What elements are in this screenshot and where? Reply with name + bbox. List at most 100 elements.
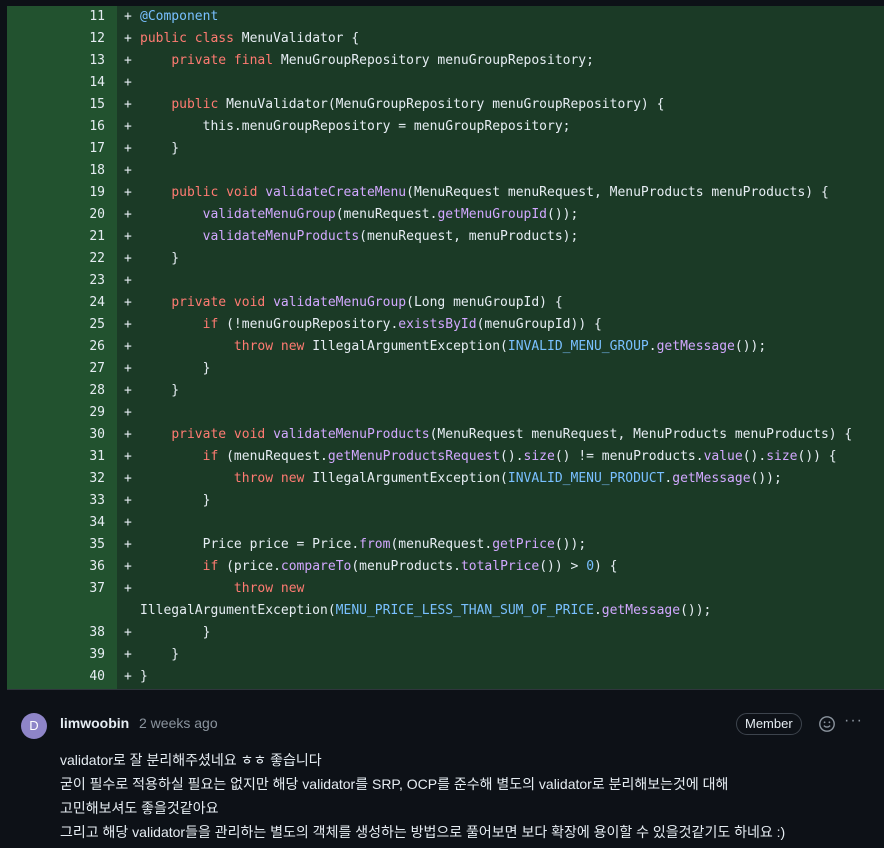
diff-line: 17 + } [7, 138, 884, 160]
code-token: () != menuProducts. [554, 449, 704, 464]
diff-sign: + [124, 9, 132, 24]
diff-sign: + [124, 515, 132, 530]
line-number[interactable]: 17 [7, 138, 105, 160]
code-text: } [140, 644, 179, 666]
line-number[interactable]: 31 [7, 446, 105, 468]
line-number[interactable]: 16 [7, 116, 105, 138]
code-token: getMessage [601, 603, 681, 618]
code-text: this.menuGroupRepository = menuGroupRepo… [140, 116, 571, 138]
code-token: getMenuGroupId [437, 207, 548, 222]
line-number[interactable]: 14 [7, 72, 105, 94]
line-number[interactable]: 33 [7, 490, 105, 512]
code-text: throw new IllegalArgumentException(INVAL… [140, 336, 766, 358]
code-token: getMenuProductsRequest [327, 449, 501, 464]
line-number[interactable]: 11 [7, 6, 105, 28]
comment-timestamp[interactable]: 2 weeks ago [139, 715, 218, 731]
diff-line: 12 + public class MenuValidator { [7, 28, 884, 50]
code-token: @Component [140, 9, 219, 24]
code-token: (Long menuGroupId) { [406, 295, 563, 310]
code-text: } [140, 138, 179, 160]
diff-sign: + [124, 449, 132, 464]
code-token: validateMenuProducts [273, 427, 430, 442]
kebab-menu-icon[interactable]: ··· [844, 713, 864, 733]
diff-sign: + [124, 647, 132, 662]
line-number[interactable]: 27 [7, 358, 105, 380]
code-text: } [140, 380, 179, 402]
code-token: validateCreateMenu [265, 185, 407, 200]
code-token: (). [500, 449, 524, 464]
line-number[interactable]: 26 [7, 336, 105, 358]
code-token: ()); [680, 603, 712, 618]
review-comment: D limwoobin 2 weeks ago Member ··· valid… [7, 690, 884, 848]
line-number[interactable]: 25 [7, 314, 105, 336]
line-number[interactable]: 32 [7, 468, 105, 490]
code-token: (menuProducts. [351, 559, 461, 574]
code-token: } [140, 669, 148, 684]
diff-line: 26 + throw new IllegalArgumentException(I… [7, 336, 884, 358]
diff-sign: + [124, 405, 132, 420]
code-token: IllegalArgumentException( [304, 339, 508, 354]
code-token: size [523, 449, 555, 464]
line-number[interactable]: 24 [7, 292, 105, 314]
code-token: MenuValidator { [233, 31, 360, 46]
diff-line: 35 + Price price = Price.from(menuRequest… [7, 534, 884, 556]
line-number[interactable]: 30 [7, 424, 105, 446]
line-number[interactable]: 23 [7, 270, 105, 292]
code-text: } [140, 358, 211, 380]
diff-line: 20 + validateMenuGroup(menuRequest.getMen… [7, 204, 884, 226]
line-number[interactable]: 29 [7, 402, 105, 424]
line-number[interactable]: 19 [7, 182, 105, 204]
diff-lines: 11 + @Component 12 + public class MenuValidat… [7, 6, 884, 689]
code-token: if [202, 559, 219, 574]
code-token: (menuGroupId)) { [476, 317, 602, 332]
code-token: Price price = Price. [140, 537, 360, 552]
line-number[interactable]: 28 [7, 380, 105, 402]
code-token: public void [171, 185, 258, 200]
code-text: Price price = Price.from(menuRequest.get… [140, 534, 587, 556]
comment-author[interactable]: limwoobin [60, 715, 129, 731]
line-number[interactable]: 18 [7, 160, 105, 182]
line-number[interactable]: 36 [7, 556, 105, 578]
code-text: if (menuRequest.getMenuProductsRequest()… [140, 446, 837, 468]
smiley-icon[interactable] [818, 715, 836, 733]
line-number[interactable]: 40 [7, 666, 105, 688]
diff-line: 18 + [7, 160, 884, 182]
diff-line: 19 + public void validateCreateMenu(MenuR… [7, 182, 884, 204]
code-token: } [140, 493, 211, 508]
line-number[interactable]: 12 [7, 28, 105, 50]
line-number[interactable]: 34 [7, 512, 105, 534]
line-number[interactable]: 39 [7, 644, 105, 666]
code-token: IllegalArgumentException( [304, 471, 508, 486]
diff-sign: + [124, 163, 132, 178]
line-number[interactable]: 15 [7, 94, 105, 116]
line-number[interactable]: 21 [7, 226, 105, 248]
line-number[interactable]: 20 [7, 204, 105, 226]
line-number[interactable]: 13 [7, 50, 105, 72]
code-token: ()); [554, 537, 587, 552]
code-token: } [140, 383, 180, 398]
code-token: 0 [586, 559, 595, 574]
code-token: from [359, 537, 391, 552]
code-token: } [140, 647, 180, 662]
code-token: ()); [547, 207, 579, 222]
diff-line: 24 + private void validateMenuGroup(Long … [7, 292, 884, 314]
diff-line: 28 + } [7, 380, 884, 402]
diff-sign: + [124, 669, 132, 684]
diff-sign: + [124, 471, 132, 486]
line-number[interactable]: 37 [7, 578, 105, 600]
line-number[interactable]: 22 [7, 248, 105, 270]
line-number[interactable]: 38 [7, 622, 105, 644]
diff-line: 21 + validateMenuProducts(menuRequest, me… [7, 226, 884, 248]
diff-line: 25 + if (!menuGroupRepository.existsById(… [7, 314, 884, 336]
diff-line: 36 + if (price.compareTo(menuProducts.tot… [7, 556, 884, 578]
code-token: if [202, 449, 219, 464]
line-number[interactable]: 35 [7, 534, 105, 556]
diff-sign: + [124, 119, 132, 134]
avatar[interactable]: D [21, 713, 47, 739]
code-text: private void validateMenuGroup(Long menu… [140, 292, 563, 314]
